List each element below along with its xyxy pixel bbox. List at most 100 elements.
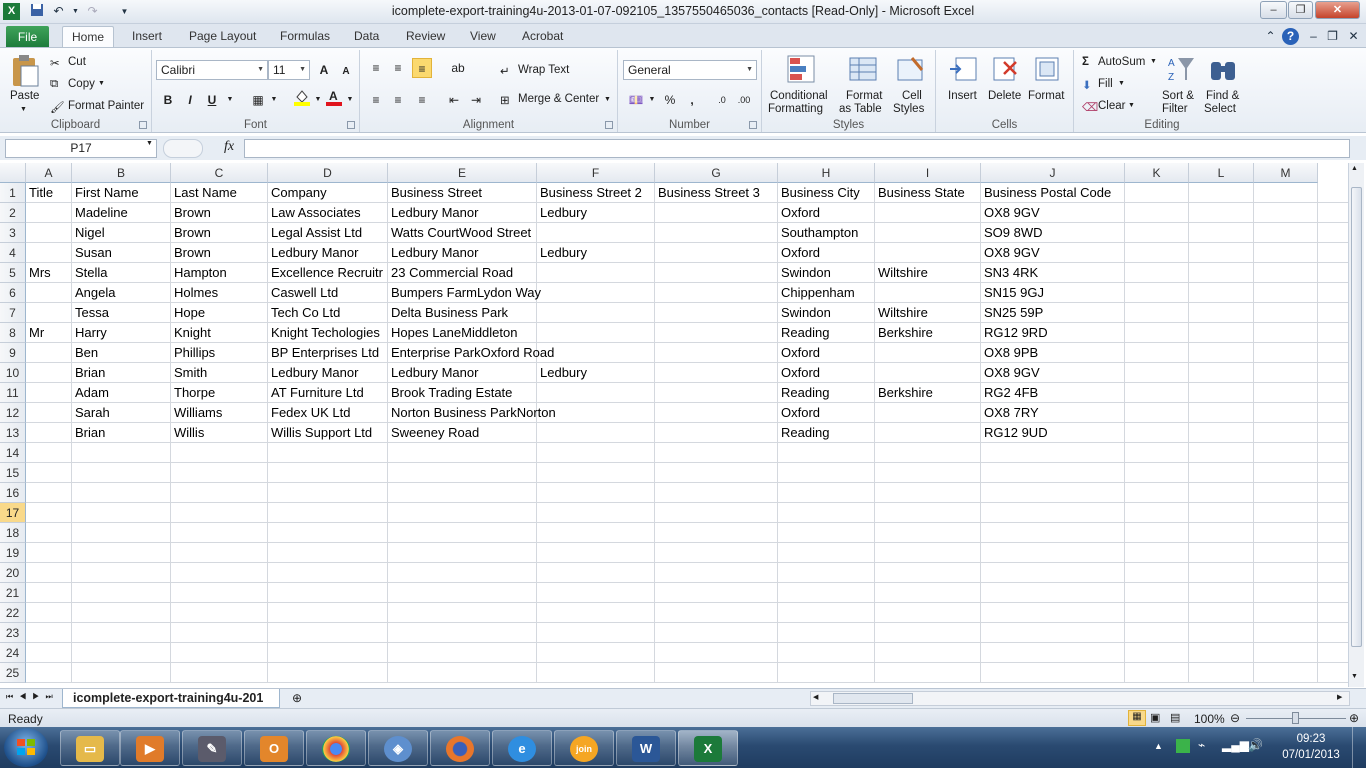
cell-styles-icon[interactable] <box>896 54 926 87</box>
page-break-view-icon[interactable]: ▤ <box>1170 711 1180 724</box>
sheet-tab[interactable]: icomplete-export-training4u-201 <box>62 689 280 708</box>
cell[interactable]: Caswell Ltd <box>268 283 388 303</box>
zoom-out-icon[interactable]: ⊖ <box>1230 711 1240 725</box>
taskbar-outlook[interactable]: O <box>244 730 304 766</box>
cell[interactable]: Knight Techologies <box>268 323 388 343</box>
cell[interactable]: Thorpe <box>171 383 268 403</box>
decrease-indent-icon[interactable]: ⇤ <box>444 90 464 110</box>
cell[interactable]: Swindon <box>778 263 875 283</box>
font-launcher-icon[interactable] <box>347 121 355 129</box>
close-button[interactable]: ✕ <box>1315 1 1360 19</box>
format-as-table-icon[interactable] <box>848 54 878 87</box>
increase-decimal-icon[interactable]: .0 <box>712 90 732 110</box>
cell[interactable]: Legal Assist Ltd <box>268 223 388 243</box>
tab-acrobat[interactable]: Acrobat <box>520 28 565 48</box>
number-launcher-icon[interactable] <box>749 121 757 129</box>
cell[interactable]: Berkshire <box>875 383 981 403</box>
cell[interactable]: Chippenham <box>778 283 855 303</box>
orientation-icon[interactable]: ab <box>448 58 468 78</box>
tab-insert[interactable]: Insert <box>130 28 164 48</box>
format-painter-button[interactable]: Format Painter <box>68 100 144 112</box>
vertical-scrollbar[interactable]: ▲ ▼ <box>1348 163 1364 687</box>
copy-icon[interactable]: ⧉ <box>50 78 58 91</box>
cell[interactable]: First Name <box>72 183 171 203</box>
grow-font-button[interactable]: A <box>314 60 334 80</box>
underline-dropdown-icon[interactable]: ▼ <box>220 90 240 110</box>
cell[interactable]: Brian <box>72 423 171 443</box>
cell[interactable]: Ledbury <box>537 203 587 223</box>
conditional-formatting-line1[interactable]: Conditional <box>770 90 828 102</box>
taskbar-media[interactable]: ▶ <box>120 730 180 766</box>
cell[interactable]: Brook Trading Estate <box>388 383 512 403</box>
scroll-up-icon[interactable]: ▲ <box>1351 165 1358 172</box>
zoom-slider-thumb[interactable] <box>1292 712 1299 724</box>
cell[interactable]: Brown <box>171 223 268 243</box>
volume-icon[interactable]: 🔊 <box>1248 738 1263 752</box>
formula-input[interactable] <box>244 139 1350 158</box>
cell[interactable]: Sarah <box>72 403 171 423</box>
zoom-level[interactable]: 100% <box>1194 712 1225 726</box>
cell[interactable]: Law Associates <box>268 203 388 223</box>
cell[interactable]: Wiltshire <box>875 303 981 323</box>
format-cells-icon[interactable] <box>1032 54 1062 87</box>
network-icon[interactable]: ▂▄▆ <box>1222 738 1249 752</box>
align-bottom-icon[interactable]: ≡ <box>412 58 432 78</box>
clock-time[interactable]: 09:23 <box>1286 733 1336 745</box>
find-select-line2[interactable]: Select <box>1204 103 1236 115</box>
cell[interactable]: Oxford <box>778 363 820 383</box>
format-as-table-line2[interactable]: as Table <box>839 103 882 115</box>
tray-sync-icon[interactable] <box>1176 739 1190 753</box>
spreadsheet-grid[interactable]: ABCDEFGHIJKLM 1 2 3 4 5 6 7 8 9 10 11 12 13 14 15 16 17 1… <box>0 163 1348 687</box>
clear-icon[interactable]: ⌫ <box>1082 100 1098 114</box>
cell[interactable]: Oxford <box>778 343 820 363</box>
paste-button[interactable]: Paste <box>10 90 39 102</box>
zoom-in-icon[interactable]: ⊕ <box>1349 711 1359 725</box>
cell[interactable]: OX8 9GV <box>981 203 1040 223</box>
clipboard-launcher-icon[interactable] <box>139 121 147 129</box>
cell[interactable]: Hopes LaneMiddleton <box>388 323 517 343</box>
shrink-font-button[interactable]: A <box>336 62 356 82</box>
help-icon[interactable]: ? <box>1282 28 1299 45</box>
minimize-button[interactable]: – <box>1260 1 1287 19</box>
cell[interactable]: Hope <box>171 303 268 323</box>
cell[interactable]: Wiltshire <box>875 263 981 283</box>
alignment-launcher-icon[interactable] <box>605 121 613 129</box>
copy-button[interactable]: Copy <box>68 78 95 90</box>
cell[interactable]: Last Name <box>171 183 268 203</box>
cell[interactable]: Stella <box>72 263 171 283</box>
format-as-table-line1[interactable]: Format <box>846 90 882 102</box>
paste-icon[interactable] <box>10 54 40 91</box>
cell[interactable]: OX8 7RY <box>981 403 1039 423</box>
delete-cells-icon[interactable] <box>990 54 1020 87</box>
normal-view-icon[interactable]: ▦ <box>1128 710 1146 726</box>
delete-button[interactable]: Delete <box>988 90 1021 102</box>
decrease-decimal-icon[interactable]: .00 <box>734 90 754 110</box>
cell[interactable]: Willis Support Ltd <box>268 423 388 443</box>
cell[interactable]: Oxford <box>778 203 820 223</box>
sort-filter-line2[interactable]: Filter <box>1162 103 1188 115</box>
scroll-left-icon[interactable]: ◀ <box>813 693 818 701</box>
sheet-nav-icons[interactable]: ⏮◀▶⏭ <box>6 692 59 702</box>
cell[interactable]: BP Enterprises Ltd <box>268 343 388 363</box>
taskbar-joinme[interactable]: join <box>554 730 614 766</box>
font-name-select[interactable]: Calibri ▼ <box>156 60 268 80</box>
currency-dropdown-icon[interactable]: ▼ <box>642 90 662 110</box>
cell[interactable]: OX8 9GV <box>981 363 1040 383</box>
borders-dropdown-icon[interactable]: ▼ <box>264 90 284 110</box>
font-size-select[interactable]: 11 ▼ <box>268 60 310 80</box>
merge-dropdown-icon[interactable]: ▼ <box>604 96 611 103</box>
insert-button[interactable]: Insert <box>948 90 977 102</box>
cell[interactable]: Watts CourtWood Street <box>388 223 531 243</box>
autosum-dropdown-icon[interactable]: ▼ <box>1150 58 1157 65</box>
cell[interactable]: Ledbury Manor <box>388 243 537 263</box>
cell[interactable]: Williams <box>171 403 268 423</box>
horizontal-scroll-thumb[interactable] <box>833 693 913 704</box>
number-format-select[interactable]: General ▼ <box>623 60 757 80</box>
cut-button[interactable]: Cut <box>68 56 86 68</box>
cell[interactable]: Business State <box>875 183 981 203</box>
cell[interactable]: Smith <box>171 363 268 383</box>
taskbar-word[interactable]: W <box>616 730 676 766</box>
workbook-restore-icon[interactable]: ❐ <box>1324 28 1341 45</box>
cell[interactable]: Ledbury <box>537 243 587 263</box>
cell[interactable]: AT Furniture Ltd <box>268 383 388 403</box>
